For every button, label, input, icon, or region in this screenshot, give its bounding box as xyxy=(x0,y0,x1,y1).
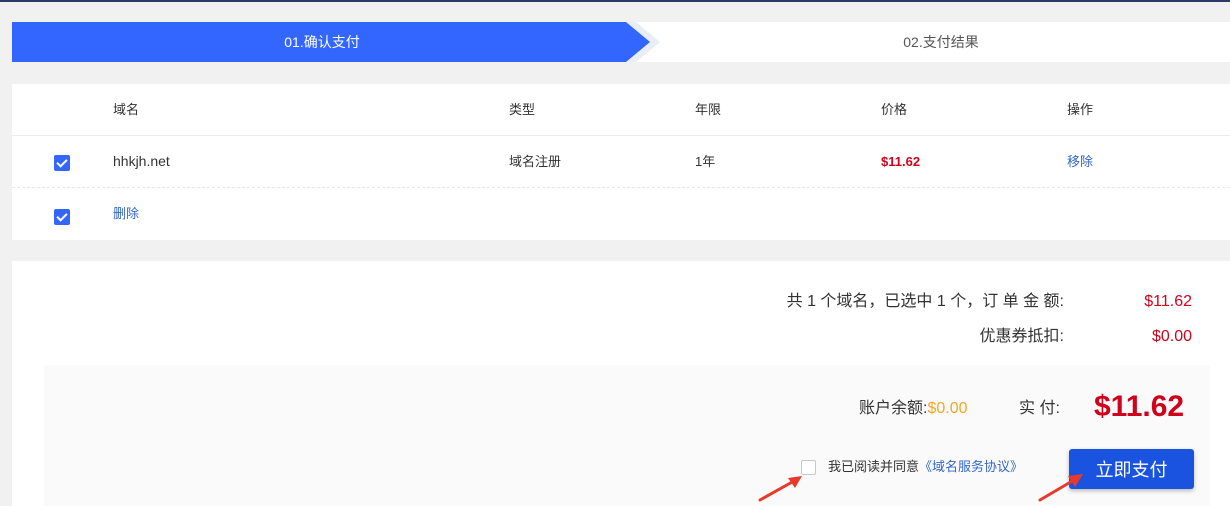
table-row: hhkjh.net 域名注册 1年 $11.62 移除 xyxy=(12,136,1230,188)
annotation-arrow-icon xyxy=(1038,474,1083,502)
check-icon xyxy=(56,210,68,222)
table-header: 域名 类型 年限 价格 操作 xyxy=(12,84,1230,136)
balance-value: $0.00 xyxy=(927,400,968,417)
pay-now-button[interactable]: 立即支付 xyxy=(1069,449,1194,489)
table-footer: 删除 xyxy=(12,188,1230,240)
coupon-value: $0.00 xyxy=(1151,328,1192,345)
top-border xyxy=(0,0,1230,2)
row-type: 域名注册 xyxy=(509,154,562,169)
coupon-label: 优惠券抵扣: xyxy=(979,328,1064,345)
header-years: 年限 xyxy=(695,102,722,117)
header-action: 操作 xyxy=(1067,102,1094,117)
agree-text: 我已阅读并同意 xyxy=(828,459,920,474)
select-all-checkbox[interactable] xyxy=(54,209,70,225)
coupon-line: 优惠券抵扣: $0.00 xyxy=(980,322,1192,346)
order-total-value: $11.62 xyxy=(1144,293,1192,310)
domain-table: 域名 类型 年限 价格 操作 hhkjh.net 域名注册 1年 $11.62 … xyxy=(12,84,1230,240)
row-price: $11.62 xyxy=(881,154,921,169)
payment-area: 账户余额:$0.00 实 付: $11.62 我已阅读并同意《域名服务协议》 立… xyxy=(44,365,1210,506)
order-summary: 共 1 个域名，已选中 1 个，订 单 金 额: $11.62 优惠券抵扣: $0.… xyxy=(12,261,1230,506)
step-payment-result: 02.支付结果 xyxy=(903,34,979,50)
header-domain: 域名 xyxy=(113,102,140,117)
agreement: 我已阅读并同意《域名服务协议》 xyxy=(801,458,1023,476)
actual-pay-label: 实 付: xyxy=(1019,400,1060,417)
row-domain: hhkjh.net xyxy=(113,153,170,169)
actual-pay-value: $11.62 xyxy=(1094,390,1185,423)
annotation-arrow-icon xyxy=(758,476,802,502)
check-icon xyxy=(56,156,68,168)
order-total-label: 共 1 个域名，已选中 1 个，订 单 金 额: xyxy=(786,293,1064,310)
row-checkbox[interactable] xyxy=(54,155,70,171)
service-agreement-link[interactable]: 《域名服务协议》 xyxy=(919,459,1023,474)
account-balance: 账户余额:$0.00 xyxy=(859,397,968,421)
balance-label: 账户余额: xyxy=(859,400,928,417)
header-price: 价格 xyxy=(881,102,908,117)
delete-link[interactable]: 删除 xyxy=(113,188,139,240)
row-years: 1年 xyxy=(695,154,716,169)
checkout-steps: 01.确认支付 02.支付结果 xyxy=(12,22,1230,62)
step-confirm-payment: 01.确认支付 xyxy=(284,34,360,50)
remove-link[interactable]: 移除 xyxy=(1067,136,1093,187)
order-total-line: 共 1 个域名，已选中 1 个，订 单 金 额: $11.62 xyxy=(787,287,1192,311)
header-type: 类型 xyxy=(509,102,536,117)
